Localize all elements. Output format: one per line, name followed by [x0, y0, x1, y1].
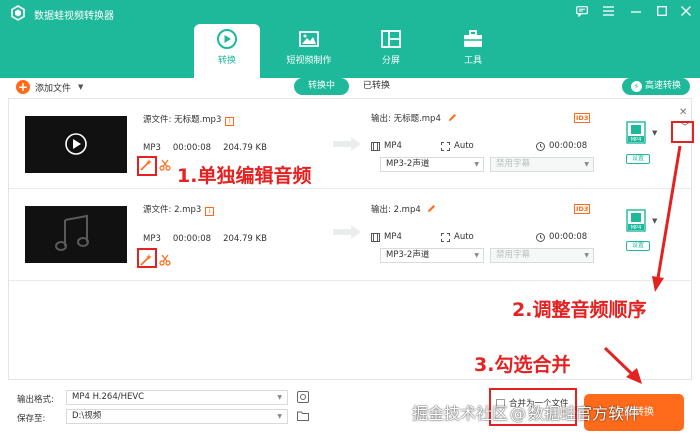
annotation-arrows [603, 145, 682, 384]
annotation-arrowhead-reorder [652, 276, 664, 292]
annotation-arrow-convert [603, 346, 634, 376]
annotation-arrow-reorder [656, 145, 682, 279]
watermark-at: @ [510, 404, 527, 423]
watermark: 掘金技术社区 @ 数据蛙官方软件 [412, 400, 640, 424]
watermark-right: 数据蛙官方软件 [528, 404, 641, 423]
watermark-left: 掘金技术社区 [412, 404, 509, 423]
